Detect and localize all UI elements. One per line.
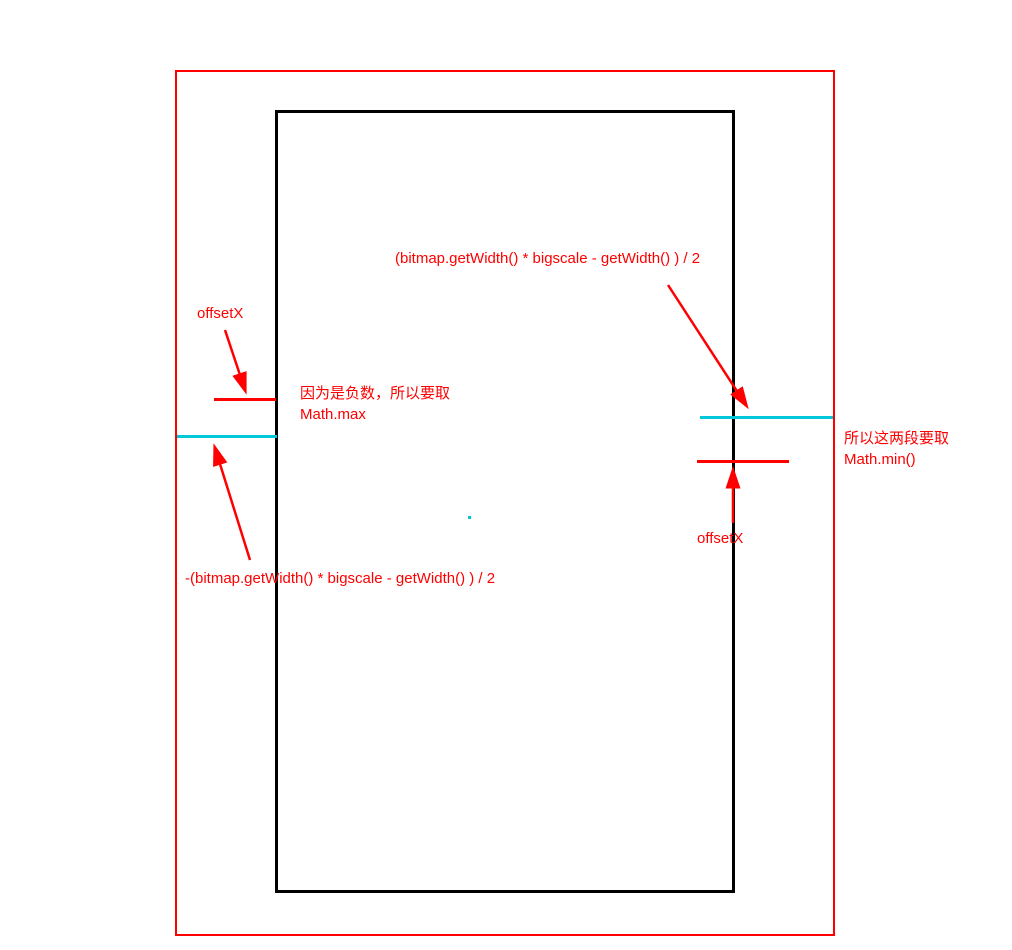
formula-negative-label: -(bitmap.getWidth() * bigscale - getWidt… — [185, 568, 495, 589]
formula-top-label: (bitmap.getWidth() * bigscale - getWidth… — [395, 248, 700, 269]
explanation-left-line1: 因为是负数，所以要取 — [300, 385, 450, 402]
explanation-left-line2: Math.max — [300, 406, 366, 423]
inner-rectangle — [275, 110, 735, 893]
right-red-segment — [697, 460, 789, 463]
offsetx-left-label: offsetX — [197, 303, 243, 324]
left-red-segment — [214, 398, 276, 401]
cyan-dot — [468, 516, 471, 519]
explanation-left: 因为是负数，所以要取 Math.max — [300, 383, 450, 425]
explanation-right-line1: 所以这两段要取 — [844, 430, 949, 447]
explanation-right-line2: Math.min() — [844, 451, 916, 468]
offsetx-right-label: offsetX — [697, 528, 743, 549]
left-cyan-segment — [177, 435, 277, 438]
right-cyan-segment — [700, 416, 833, 419]
explanation-right: 所以这两段要取 Math.min() — [844, 428, 949, 470]
